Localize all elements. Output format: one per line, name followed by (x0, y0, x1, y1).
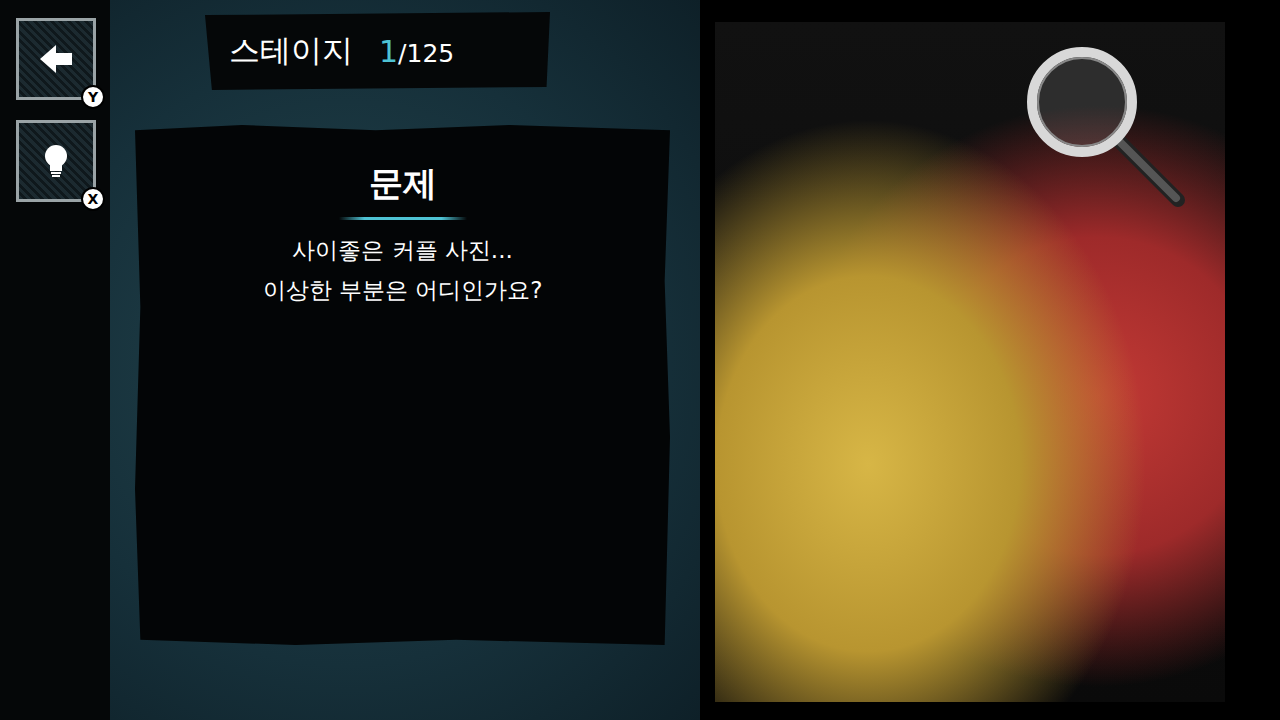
stage-label: 스테이지 (229, 30, 353, 72)
stage-total: /125 (398, 39, 454, 68)
photo-area (700, 0, 1280, 720)
magnifier-icon[interactable] (1020, 40, 1190, 212)
back-button[interactable]: Y (16, 18, 96, 100)
stage-counter: 1/125 (379, 34, 454, 69)
back-arrow-icon (36, 39, 76, 79)
title-underline (339, 217, 467, 220)
lightbulb-icon (36, 141, 76, 181)
key-badge: Y (81, 85, 105, 109)
question-line: 사이좋은 커플 사진... (292, 230, 513, 270)
question-panel: 문제사이좋은 커플 사진...이상한 부분은 어디인가요? (135, 125, 670, 645)
side-bar: YX (0, 0, 110, 720)
puzzle-photo[interactable] (715, 22, 1225, 702)
question-title: 문제 (369, 161, 437, 217)
stage-current: 1 (379, 34, 398, 69)
key-badge: X (81, 187, 105, 211)
stage-header: 스테이지 1/125 (205, 12, 550, 90)
hint-button[interactable]: X (16, 120, 96, 202)
question-line: 이상한 부분은 어디인가요? (263, 270, 543, 310)
main-area: 스테이지 1/125 문제사이좋은 커플 사진...이상한 부분은 어디인가요? (110, 0, 700, 720)
